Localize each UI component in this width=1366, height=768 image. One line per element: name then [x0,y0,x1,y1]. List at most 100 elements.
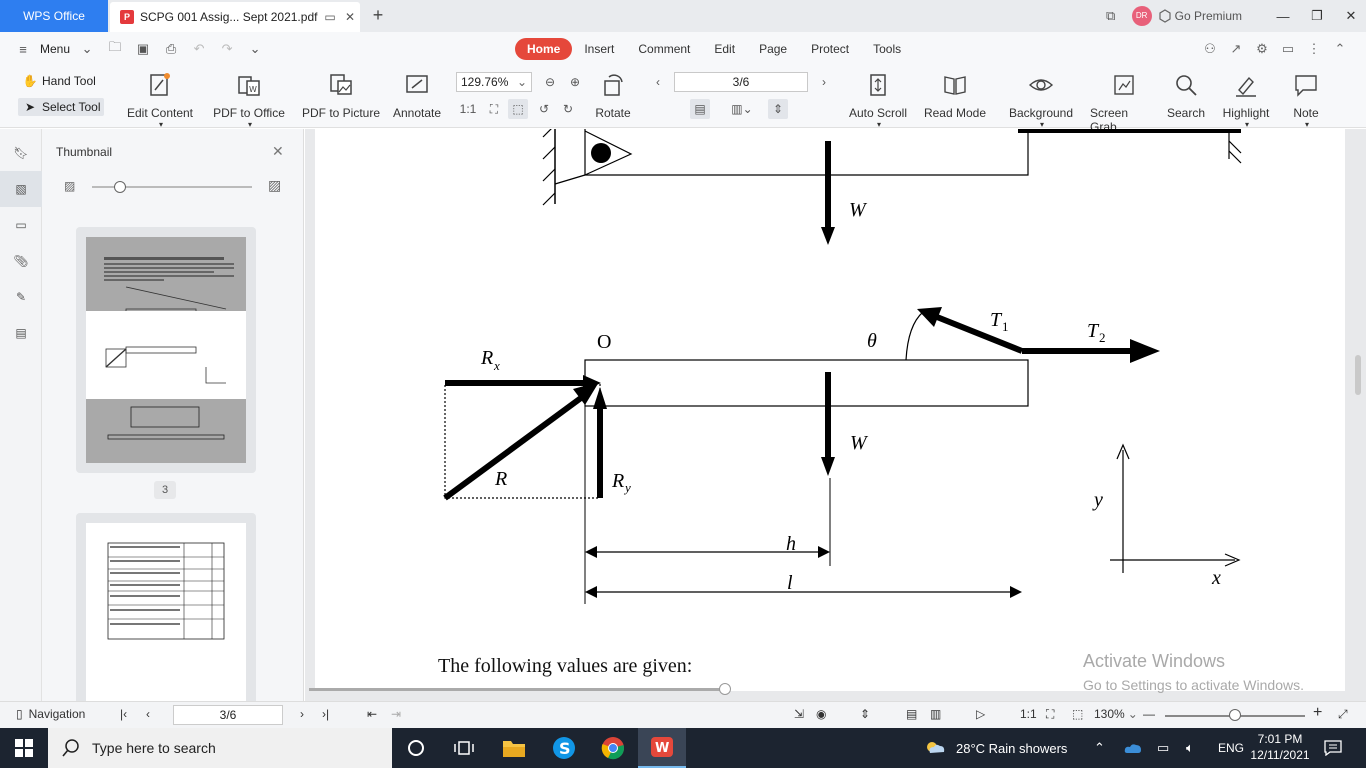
prev-page-icon[interactable]: ‹ [648,72,668,92]
page-number-input[interactable]: 3/6 [674,72,808,92]
large-image-icon[interactable]: ▨ [268,177,281,194]
attachment-icon[interactable]: 📎︎ [0,243,42,279]
taskbar-search-box[interactable]: Type here to search [48,728,392,768]
last-page-icon[interactable]: ›| [322,707,329,721]
tab-comment[interactable]: Comment [626,38,702,60]
horizontal-scroll-handle[interactable] [719,683,731,695]
battery-icon[interactable]: ▭ [1157,728,1169,768]
play-icon[interactable]: ▷ [976,707,985,721]
volume-icon[interactable]: 🔈︎ [1186,728,1194,768]
document-tab[interactable]: P SCPG 001 Assig... Sept 2021.pdf ▭ ✕ [110,2,360,32]
show-hidden-icons-button[interactable]: ⌃ [1094,728,1105,768]
close-window-button[interactable]: ✕ [1336,0,1366,32]
rotate-left-icon[interactable]: ↺ [534,99,554,119]
undo-icon[interactable]: ↶ [188,41,210,57]
edit-content-button[interactable]: Edit Content ▾ [120,66,200,129]
bookmark-icon[interactable]: 🔖︎ [0,135,42,171]
windows-start-button[interactable] [0,728,48,768]
rotate-button[interactable]: Rotate [592,66,634,120]
export-icon[interactable]: ↗ [1226,41,1246,57]
menu-button[interactable]: Menu [40,42,70,56]
fit-page-status-icon[interactable]: ⛶ [1046,707,1054,722]
share-user-icon[interactable]: ⚇ [1200,41,1220,57]
skype-icon[interactable]: S [540,728,588,768]
double-page-icon[interactable]: ▥⌄ [728,99,756,119]
go-premium-button[interactable]: Go Premium [1158,9,1242,23]
fit-page-icon[interactable]: ⛶ [484,99,504,119]
notifications-icon[interactable] [1324,728,1342,768]
close-icon[interactable]: ✕ [272,143,284,160]
actual-size-icon[interactable]: 1:1 [458,99,478,119]
export-status-icon[interactable]: ⇲ [794,707,804,721]
single-page-icon[interactable]: ▤ [690,99,710,119]
zoom-in-status-icon[interactable]: + [1313,704,1322,722]
search-button[interactable]: Search [1164,66,1208,120]
avatar[interactable]: DR [1131,6,1152,26]
print-icon[interactable]: ⎙ [160,41,182,57]
close-tab-icon[interactable]: ✕ [340,10,360,24]
annotate-button[interactable]: Annotate [390,66,444,120]
input-language[interactable]: ENG [1218,728,1244,768]
zoom-out-status-icon[interactable]: — [1143,707,1155,721]
highlight-button[interactable]: Highlight ▾ [1214,66,1278,129]
zoom-slider-handle[interactable] [1229,709,1241,721]
navigation-button[interactable]: ▯ Navigation [16,707,85,721]
note-button[interactable]: Note ▾ [1284,66,1328,129]
back-icon[interactable]: ⇤ [367,707,377,721]
continuous-scroll-icon[interactable]: ⇕ [768,99,788,119]
pin-tab-icon[interactable]: ▭ [320,10,340,24]
minimize-button[interactable]: — [1268,0,1298,32]
slider-handle[interactable] [114,181,126,193]
status-zoom-select[interactable]: 130% ⌄ [1094,707,1138,721]
ocr-icon[interactable]: ▤ [0,315,42,351]
eye-protection-icon[interactable]: ◉ [816,707,826,721]
task-view-icon[interactable] [440,728,488,768]
background-button[interactable]: Background ▾ [1002,66,1080,129]
tab-home[interactable]: Home [515,38,573,60]
horizontal-scrollbar[interactable] [309,688,729,691]
cortana-icon[interactable] [392,728,440,768]
redo-icon[interactable]: ↷ [216,41,238,57]
vertical-scrollbar[interactable] [1355,355,1361,395]
wps-office-taskbar-icon[interactable]: W [638,728,686,768]
tab-tools[interactable]: Tools [861,38,913,60]
next-page-icon[interactable]: › [814,72,834,92]
next-page-status-icon[interactable]: › [300,707,304,721]
status-page-input[interactable]: 3/6 [173,705,283,725]
new-tab-button[interactable]: + [368,4,388,26]
customize-toolbar-icon[interactable]: ⌄ [244,41,266,57]
pdf-to-office-button[interactable]: W PDF to Office ▾ [208,66,290,129]
comment-bubble-icon[interactable]: ▭ [1278,41,1298,57]
read-mode-button[interactable]: Read Mode [922,66,988,120]
first-page-icon[interactable]: |‹ [120,707,127,721]
chrome-icon[interactable] [589,728,637,768]
hand-tool-button[interactable]: ✋ Hand Tool [18,72,100,90]
fit-width-icon[interactable]: ⬚ [508,99,528,119]
actual-size-status-icon[interactable]: 1:1 [1020,707,1037,721]
weather-widget[interactable]: 28°C Rain showers [924,728,1067,768]
workspace-switch-icon[interactable]: ⧉ [1096,8,1126,24]
double-page-status-icon[interactable]: ▥ [930,707,941,721]
scroll-mode-icon[interactable]: ⇕ [860,707,870,721]
comment-icon[interactable]: ▭ [0,207,42,243]
fit-width-status-icon[interactable]: ⬚ [1072,707,1083,721]
thumbnail-icon[interactable]: ▧ [0,171,42,207]
more-icon[interactable]: ⋮ [1304,41,1324,57]
select-tool-button[interactable]: ➤ Select Tool [18,98,105,116]
tab-insert[interactable]: Insert [572,38,626,60]
small-image-icon[interactable]: ▨ [64,179,75,193]
screen-grab-button[interactable]: Screen Grab [1090,66,1158,134]
open-folder-icon[interactable]: 🗀 [104,38,126,60]
fullscreen-icon[interactable]: ⤢ [1338,707,1348,722]
tab-edit[interactable]: Edit [702,38,747,60]
onedrive-icon[interactable] [1124,728,1142,768]
pdf-to-picture-button[interactable]: PDF to Picture [300,66,382,120]
zoom-out-icon[interactable]: ⊖ [540,72,560,92]
tab-protect[interactable]: Protect [799,38,861,60]
wps-office-tab[interactable]: WPS Office [0,0,108,32]
rotate-right-icon[interactable]: ↻ [558,99,578,119]
signature-icon[interactable]: ✎ [0,279,42,315]
system-clock[interactable]: 7:01 PM 12/11/2021 [1248,731,1312,763]
settings-icon[interactable]: ⚙ [1252,41,1272,57]
save-icon[interactable]: ▣ [132,41,154,57]
